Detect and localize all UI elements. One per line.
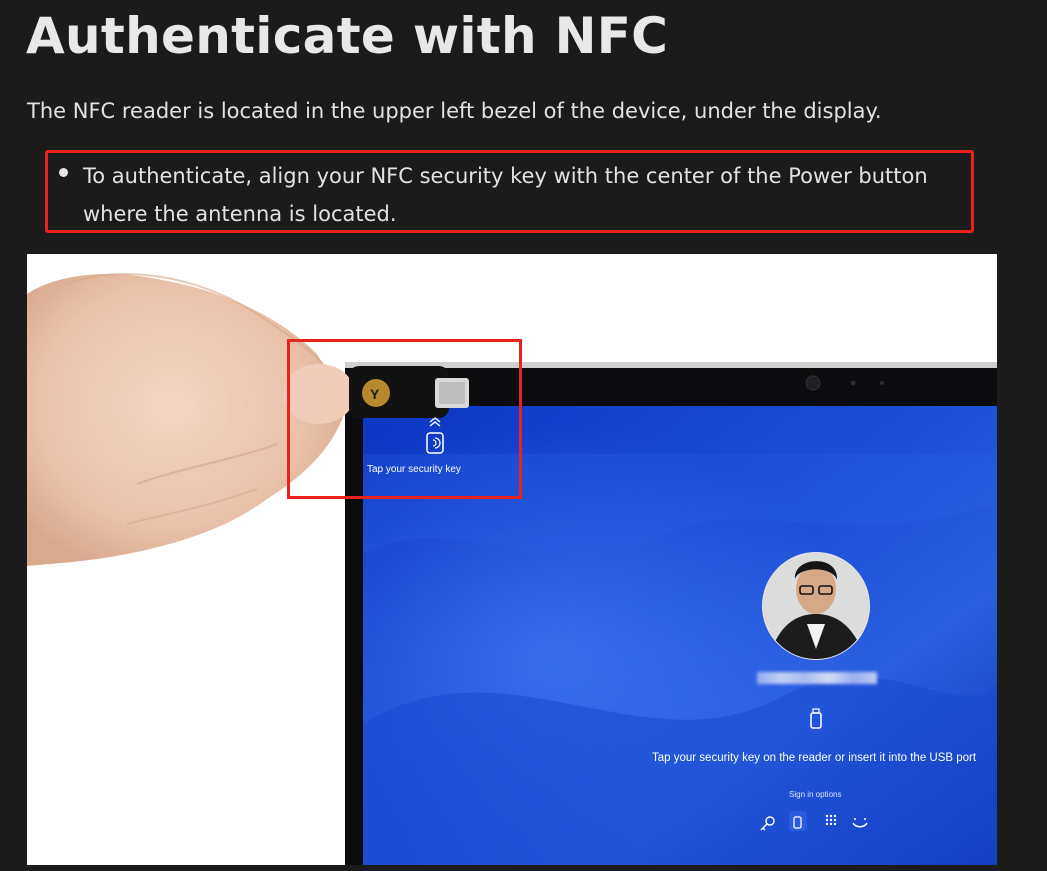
tap-security-key-label: Tap your security key [367,464,461,475]
pin-keypad-icon [825,814,837,826]
bullet-item: To authenticate, align your NFC security… [83,164,928,226]
nfc-illustration: Y Tap your security key Tap your securit… [27,254,997,865]
sign-in-options-link: Sign in options [789,790,842,799]
nfc-highlight-box [287,339,522,499]
user-name-redacted [757,672,877,684]
bullet-icon [59,168,68,177]
camera-icon [805,375,821,391]
intro-paragraph: The NFC reader is located in the upper l… [27,99,882,123]
page-title: Authenticate with NFC [26,7,669,65]
security-key-prompt: Tap your security key on the reader or i… [652,752,977,764]
